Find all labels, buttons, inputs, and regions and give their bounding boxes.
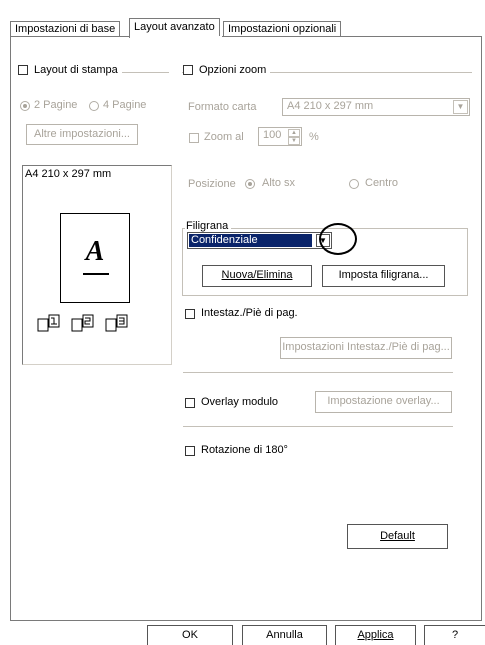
default-button[interactable]: Default <box>347 524 448 549</box>
preview-page: A <box>60 213 130 303</box>
ok-button[interactable]: OK <box>147 625 233 645</box>
preview-paper-label: A4 210 x 297 mm <box>25 168 112 180</box>
page-order-2-icon <box>71 314 94 332</box>
position-top-left-label: Alto sx <box>262 177 296 189</box>
zoom-options-checkbox[interactable] <box>183 65 193 75</box>
form-overlay-label: Overlay modulo <box>201 396 279 408</box>
position-top-left-radio[interactable] <box>245 179 255 189</box>
apply-button[interactable]: Applica <box>335 625 416 645</box>
page-order-icons <box>37 314 131 332</box>
paper-format-label: Formato carta <box>188 101 257 113</box>
divider-1 <box>183 372 453 373</box>
more-settings-button[interactable]: Altre impostazioni... <box>26 124 138 145</box>
watermark-group-label: Filigrana <box>185 220 232 232</box>
header-footer-label: Intestaz./Piè di pag. <box>201 307 298 319</box>
zoom-to-label: Zoom al <box>204 131 244 143</box>
cancel-button[interactable]: Annulla <box>242 625 327 645</box>
zoom-options-label: Opzioni zoom <box>199 64 267 76</box>
page-order-1-icon <box>37 314 60 332</box>
watermark-select[interactable]: Confidenziale ▼ <box>187 232 332 249</box>
position-center-radio[interactable] <box>349 179 359 189</box>
position-label: Posizione <box>188 178 236 190</box>
help-button[interactable]: ? <box>424 625 485 645</box>
preview-letter: A <box>85 236 105 267</box>
preview-box: A4 210 x 297 mm A <box>22 165 172 365</box>
tab-advanced-layout[interactable]: Layout avanzato <box>129 18 220 38</box>
watermark-selected-value: Confidenziale <box>189 234 312 247</box>
spin-up-icon[interactable]: ▲ <box>288 129 300 137</box>
form-overlay-checkbox[interactable] <box>185 398 195 408</box>
rotate-180-checkbox[interactable] <box>185 446 195 456</box>
paper-format-value: A4 210 x 297 mm <box>287 100 374 112</box>
set-watermark-button[interactable]: Imposta filigrana... <box>322 265 445 287</box>
divider-2 <box>183 426 453 427</box>
rotate-180-label: Rotazione di 180° <box>201 444 288 456</box>
radio-2-pages-label: 2 Pagine <box>34 99 78 111</box>
percent-label: % <box>309 131 319 143</box>
radio-4-pages[interactable] <box>89 101 99 111</box>
active-tab-joiner <box>130 36 222 38</box>
print-layout-checkbox[interactable] <box>18 65 28 75</box>
header-footer-checkbox[interactable] <box>185 309 195 319</box>
position-center-label: Centro <box>365 177 399 189</box>
zoom-percent-spinner[interactable]: 100 ▲ ▼ <box>258 127 302 146</box>
radio-4-pages-label: 4 Pagine <box>103 99 147 111</box>
print-layout-label: Layout di stampa <box>34 64 118 76</box>
zoom-options-option[interactable]: Opzioni zoom <box>183 64 271 76</box>
page-order-3-icon <box>105 314 128 332</box>
callout-circle <box>319 223 357 255</box>
zoom-to-checkbox[interactable] <box>189 133 199 143</box>
header-footer-settings-button[interactable]: Impostazioni Intestaz./Piè di pag... <box>280 337 452 359</box>
print-layout-option[interactable]: Layout di stampa <box>18 64 122 76</box>
spin-down-icon[interactable]: ▼ <box>288 137 300 145</box>
new-delete-button[interactable]: Nuova/Elimina <box>202 265 312 287</box>
zoom-percent-value: 100 <box>263 129 282 141</box>
radio-2-pages[interactable] <box>20 101 30 111</box>
chevron-down-icon[interactable]: ▼ <box>453 100 468 114</box>
paper-format-select[interactable]: A4 210 x 297 mm ▼ <box>282 98 470 116</box>
preview-underline <box>83 273 109 275</box>
overlay-settings-button[interactable]: Impostazione overlay... <box>315 391 452 413</box>
